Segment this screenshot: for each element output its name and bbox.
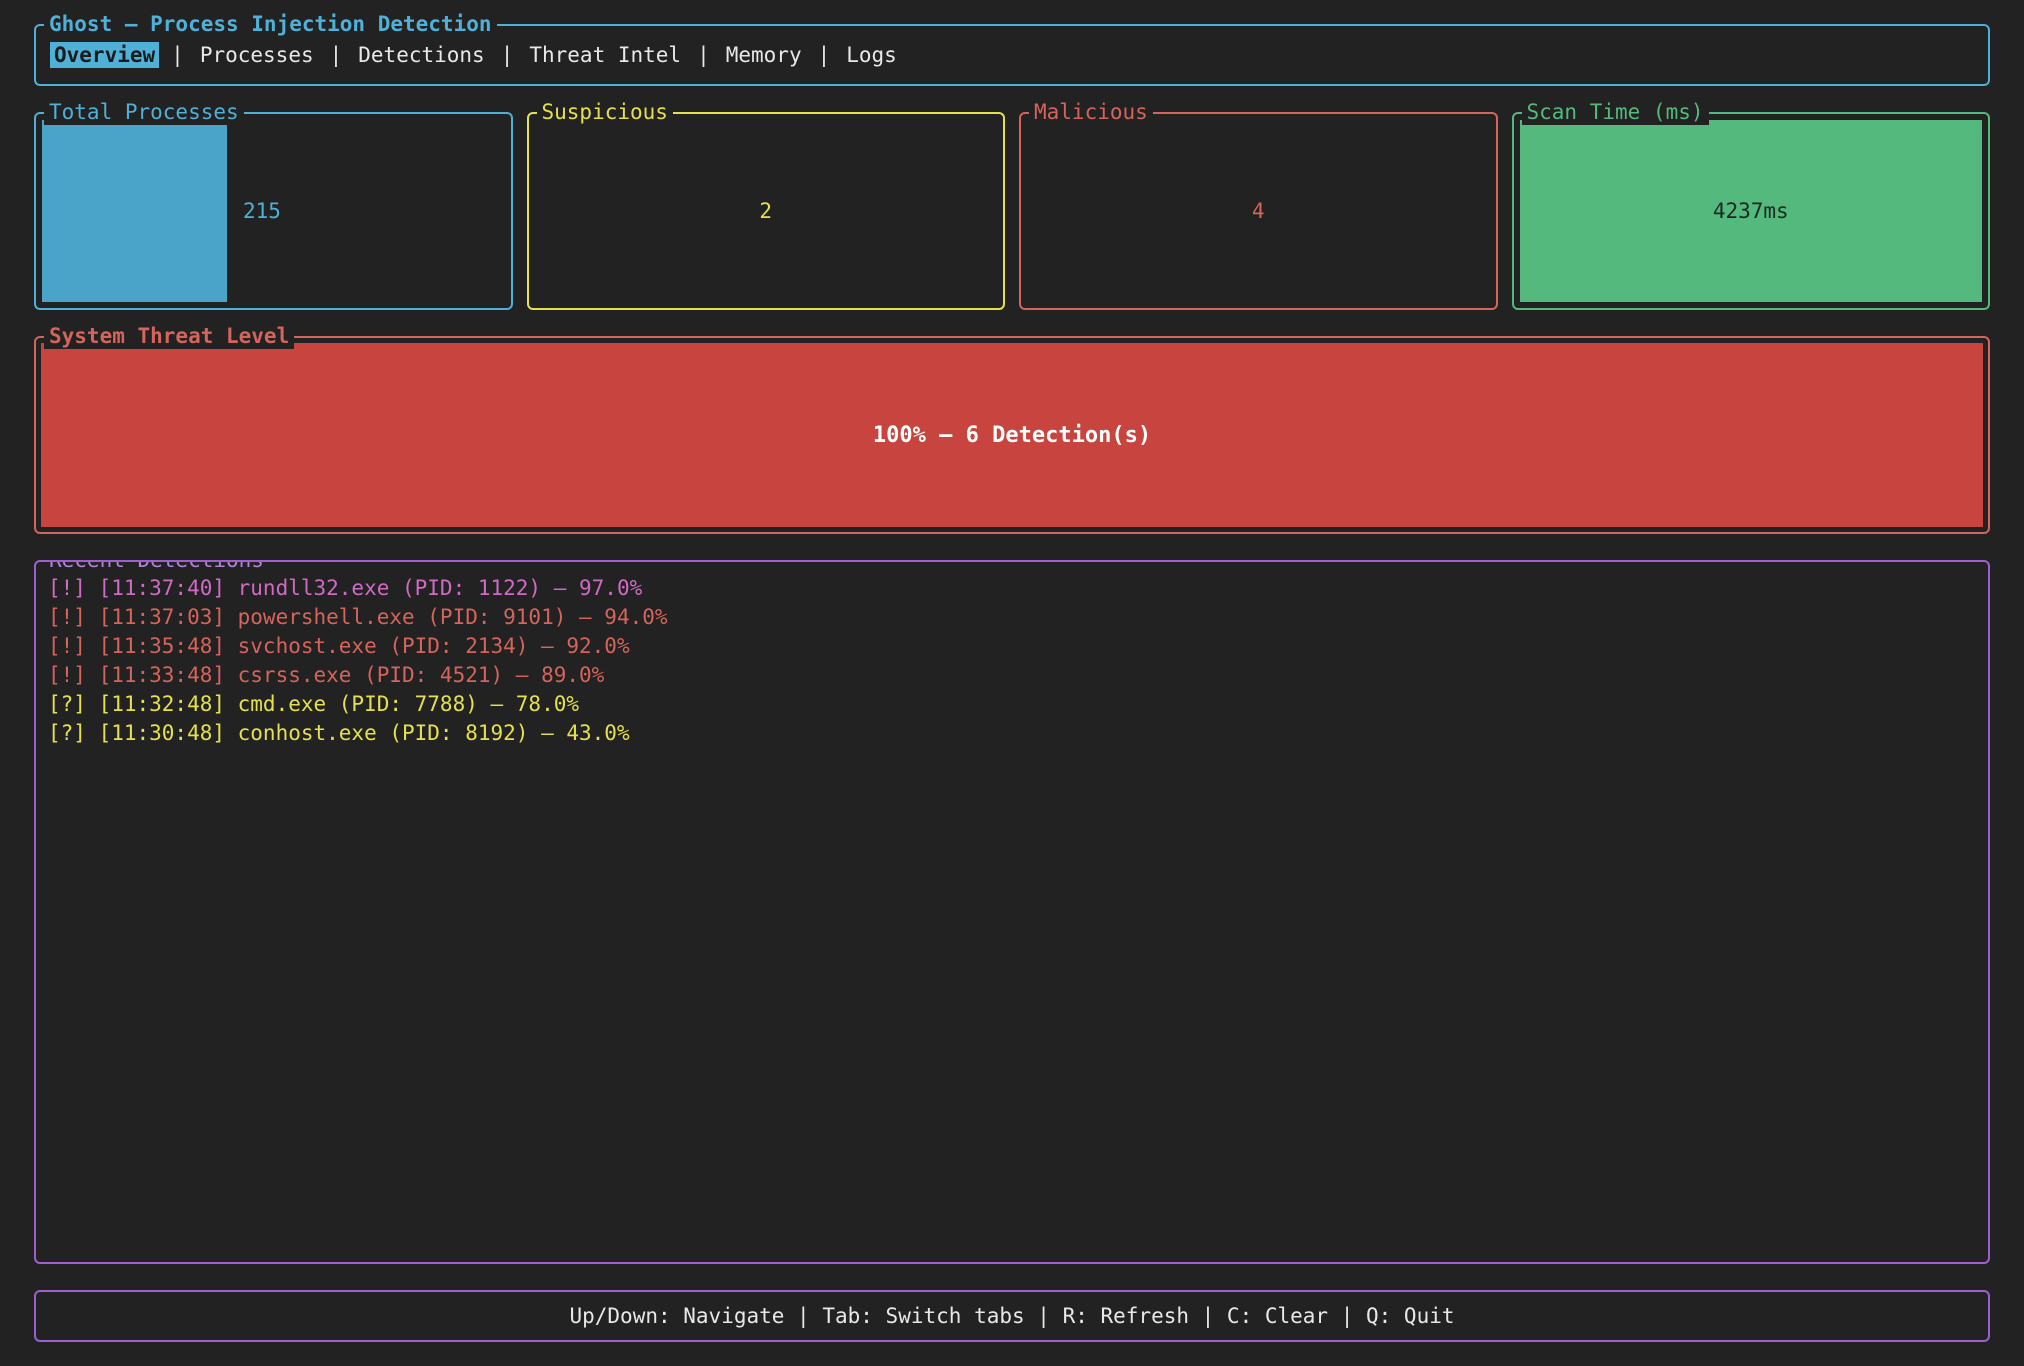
tab-threat-intel[interactable]: Threat Intel <box>525 42 685 68</box>
detection-row[interactable]: [!] [11:35:48] svchost.exe (PID: 2134) —… <box>48 632 1976 661</box>
total-processes-title: Total Processes <box>44 99 244 125</box>
suspicious-title: Suspicious <box>537 99 673 125</box>
threat-level-box: System Threat Level 100% — 6 Detection(s… <box>34 336 1990 534</box>
recent-detections-title: Recent Detections <box>44 560 269 573</box>
tab-separator: | <box>818 43 831 67</box>
tab-bar: Ghost — Process Injection Detection Over… <box>34 24 1990 86</box>
app-title: Ghost — Process Injection Detection <box>44 11 497 37</box>
stat-card-malicious: Malicious 4 <box>1019 112 1498 310</box>
detection-row[interactable]: [?] [11:30:48] conhost.exe (PID: 8192) —… <box>48 719 1976 748</box>
tab-separator: | <box>697 43 710 67</box>
detection-row[interactable]: [?] [11:32:48] cmd.exe (PID: 7788) — 78.… <box>48 690 1976 719</box>
malicious-value: 4 <box>1252 199 1265 223</box>
threat-level-track: 100% — 6 Detection(s) <box>41 343 1983 527</box>
suspicious-body: 2 <box>535 120 998 302</box>
detection-row[interactable]: [!] [11:37:40] rundll32.exe (PID: 1122) … <box>48 574 1976 603</box>
total-processes-gauge <box>42 120 227 302</box>
detection-row[interactable]: [!] [11:33:48] csrss.exe (PID: 4521) — 8… <box>48 661 1976 690</box>
scan-time-gauge: 4237ms <box>1520 120 1983 302</box>
stats-row: Total Processes 215 Suspicious 2 Malicio… <box>34 112 1990 310</box>
total-processes-value: 215 <box>243 199 281 223</box>
status-bar: Up/Down: Navigate | Tab: Switch tabs | R… <box>34 1290 1990 1342</box>
scan-time-value: 4237ms <box>1713 199 1789 223</box>
scan-time-title: Scan Time (ms) <box>1522 99 1709 125</box>
malicious-title: Malicious <box>1029 99 1153 125</box>
status-bar-text: Up/Down: Navigate | Tab: Switch tabs | R… <box>569 1304 1454 1328</box>
recent-detections-box: Recent Detections [!] [11:37:40] rundll3… <box>34 560 1990 1264</box>
suspicious-value: 2 <box>759 199 772 223</box>
tab-separator: | <box>171 43 184 67</box>
tab-logs[interactable]: Logs <box>842 42 901 68</box>
tab-memory[interactable]: Memory <box>722 42 806 68</box>
malicious-body: 4 <box>1027 120 1490 302</box>
tab-detections[interactable]: Detections <box>354 42 488 68</box>
threat-level-label: 100% — 6 Detection(s) <box>873 423 1151 448</box>
stat-card-total-processes: Total Processes 215 <box>34 112 513 310</box>
tab-separator: | <box>330 43 343 67</box>
detection-list: [!] [11:37:40] rundll32.exe (PID: 1122) … <box>36 562 1988 760</box>
app-root: Ghost — Process Injection Detection Over… <box>0 0 2024 1366</box>
threat-level-bar: 100% — 6 Detection(s) <box>41 343 1983 527</box>
total-processes-body: 215 <box>42 120 505 302</box>
tab-separator: | <box>501 43 514 67</box>
stat-card-scan-time: Scan Time (ms) 4237ms <box>1512 112 1991 310</box>
detection-row[interactable]: [!] [11:37:03] powershell.exe (PID: 9101… <box>48 603 1976 632</box>
tab-processes[interactable]: Processes <box>196 42 318 68</box>
threat-level-title: System Threat Level <box>44 323 294 349</box>
stat-card-suspicious: Suspicious 2 <box>527 112 1006 310</box>
tab-overview[interactable]: Overview <box>50 42 159 68</box>
